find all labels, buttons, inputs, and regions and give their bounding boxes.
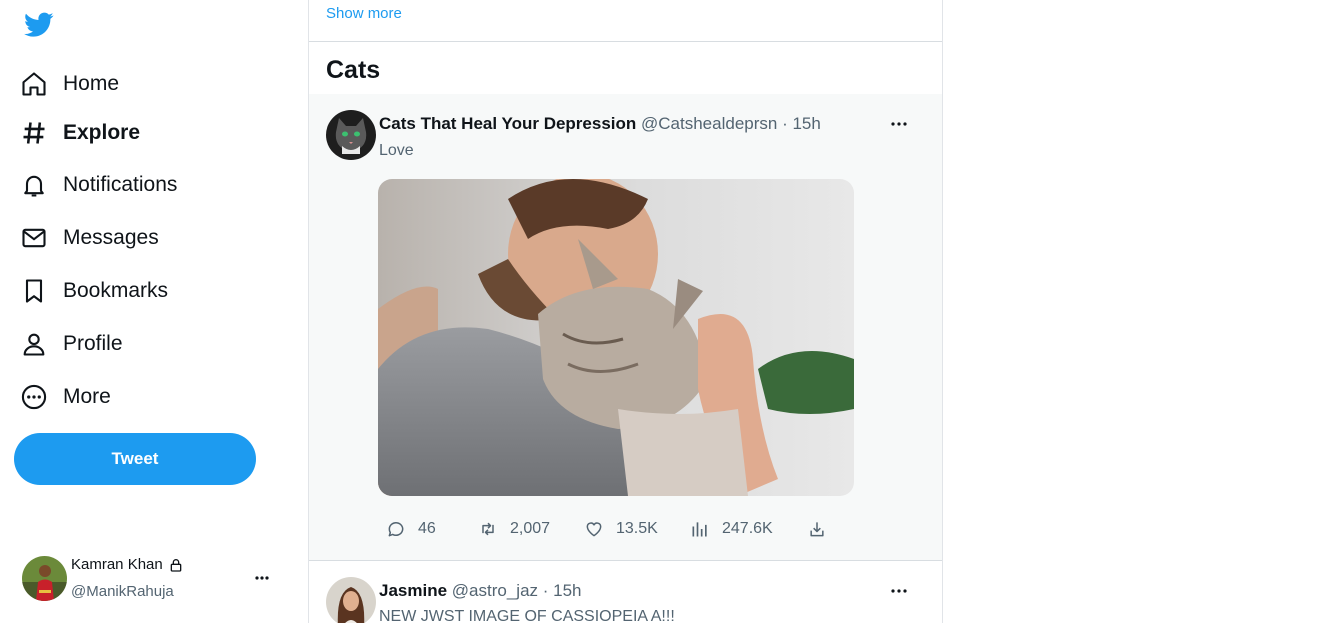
account-name: Kamran Khan	[71, 556, 163, 573]
account-handle: @ManikRahuja	[71, 583, 174, 600]
main-column: Show more Cats Cats That Heal Your Depre…	[308, 0, 943, 623]
section-title: Cats	[326, 56, 381, 84]
like-button[interactable]: 13.5K	[584, 514, 658, 544]
nav-bookmarks-label: Bookmarks	[63, 279, 169, 302]
tweet-button[interactable]: Tweet	[14, 433, 256, 485]
tweet-author-handle[interactable]: @astro_jaz	[452, 581, 538, 600]
hashtag-icon	[23, 122, 45, 144]
nav-home-label: Home	[63, 72, 120, 95]
tweet[interactable]: Cats That Heal Your Depression @Catsheal…	[309, 94, 942, 560]
tweet-text: Love	[379, 142, 414, 159]
person-icon	[23, 333, 45, 356]
nav-notifications[interactable]: Notifications	[20, 165, 177, 205]
like-count: 13.5K	[616, 520, 658, 537]
lock-icon	[170, 558, 182, 572]
share-button[interactable]	[807, 514, 839, 544]
envelope-icon	[22, 228, 46, 248]
more-circle-icon	[21, 384, 47, 410]
heart-icon	[586, 522, 602, 537]
nav-bookmarks[interactable]: Bookmarks	[20, 271, 168, 311]
tweet-more-icon[interactable]	[889, 116, 909, 132]
tweet-actions: 46 2,007 13.5K 247.6K	[386, 514, 826, 544]
tweet-time[interactable]: · 15h	[782, 114, 821, 133]
nav-explore-label: Explore	[63, 121, 141, 144]
more-dots-icon[interactable]	[254, 570, 270, 586]
nav-notifications-label: Notifications	[63, 173, 178, 196]
tweet-avatar[interactable]	[326, 577, 376, 623]
nav-explore[interactable]: Explore	[20, 113, 140, 153]
sidebar: Home Explore Notifications Messages Book…	[0, 0, 308, 623]
twitter-bird-icon[interactable]	[24, 12, 54, 38]
nav-messages-label: Messages	[63, 226, 159, 249]
tweet-avatar[interactable]	[326, 110, 376, 160]
nav-more-label: More	[63, 385, 111, 408]
nav-profile[interactable]: Profile	[20, 324, 123, 364]
avatar	[22, 556, 67, 601]
view-count: 247.6K	[722, 520, 773, 537]
reply-count: 46	[418, 520, 436, 537]
retweet-button[interactable]: 2,007	[478, 514, 550, 544]
reply-button[interactable]: 46	[386, 514, 436, 544]
bell-icon	[24, 175, 44, 197]
retweet-count: 2,007	[510, 520, 551, 537]
nav-messages[interactable]: Messages	[20, 218, 159, 258]
tweet-author-handle[interactable]: @Catshealdeprsn	[641, 114, 777, 133]
tweet-time[interactable]: · 15h	[543, 581, 582, 600]
retweet-icon	[482, 522, 494, 536]
show-more-link[interactable]: Show more	[326, 5, 402, 22]
divider	[309, 41, 942, 42]
bookmark-icon	[25, 279, 43, 303]
share-icon	[810, 522, 824, 537]
home-icon	[22, 72, 46, 96]
tweet-text: NEW JWST IMAGE OF CASSIOPEIA A!!!	[379, 608, 675, 623]
nav-profile-label: Profile	[63, 332, 123, 355]
tweet-more-icon[interactable]	[889, 583, 909, 599]
nav-more[interactable]: More	[20, 377, 111, 417]
views-button[interactable]: 247.6K	[690, 514, 773, 544]
analytics-icon	[692, 522, 707, 537]
reply-icon	[388, 522, 404, 537]
tweet-image[interactable]	[378, 179, 854, 496]
account-switcher[interactable]: Kamran Khan @ManikRahuja	[22, 556, 278, 602]
tweet-author-name[interactable]: Cats That Heal Your Depression	[379, 114, 636, 133]
tweet[interactable]: Jasmine @astro_jaz · 15h NEW JWST IMAGE …	[309, 561, 942, 623]
tweet-author-name[interactable]: Jasmine	[379, 581, 447, 600]
nav-home[interactable]: Home	[20, 64, 119, 104]
